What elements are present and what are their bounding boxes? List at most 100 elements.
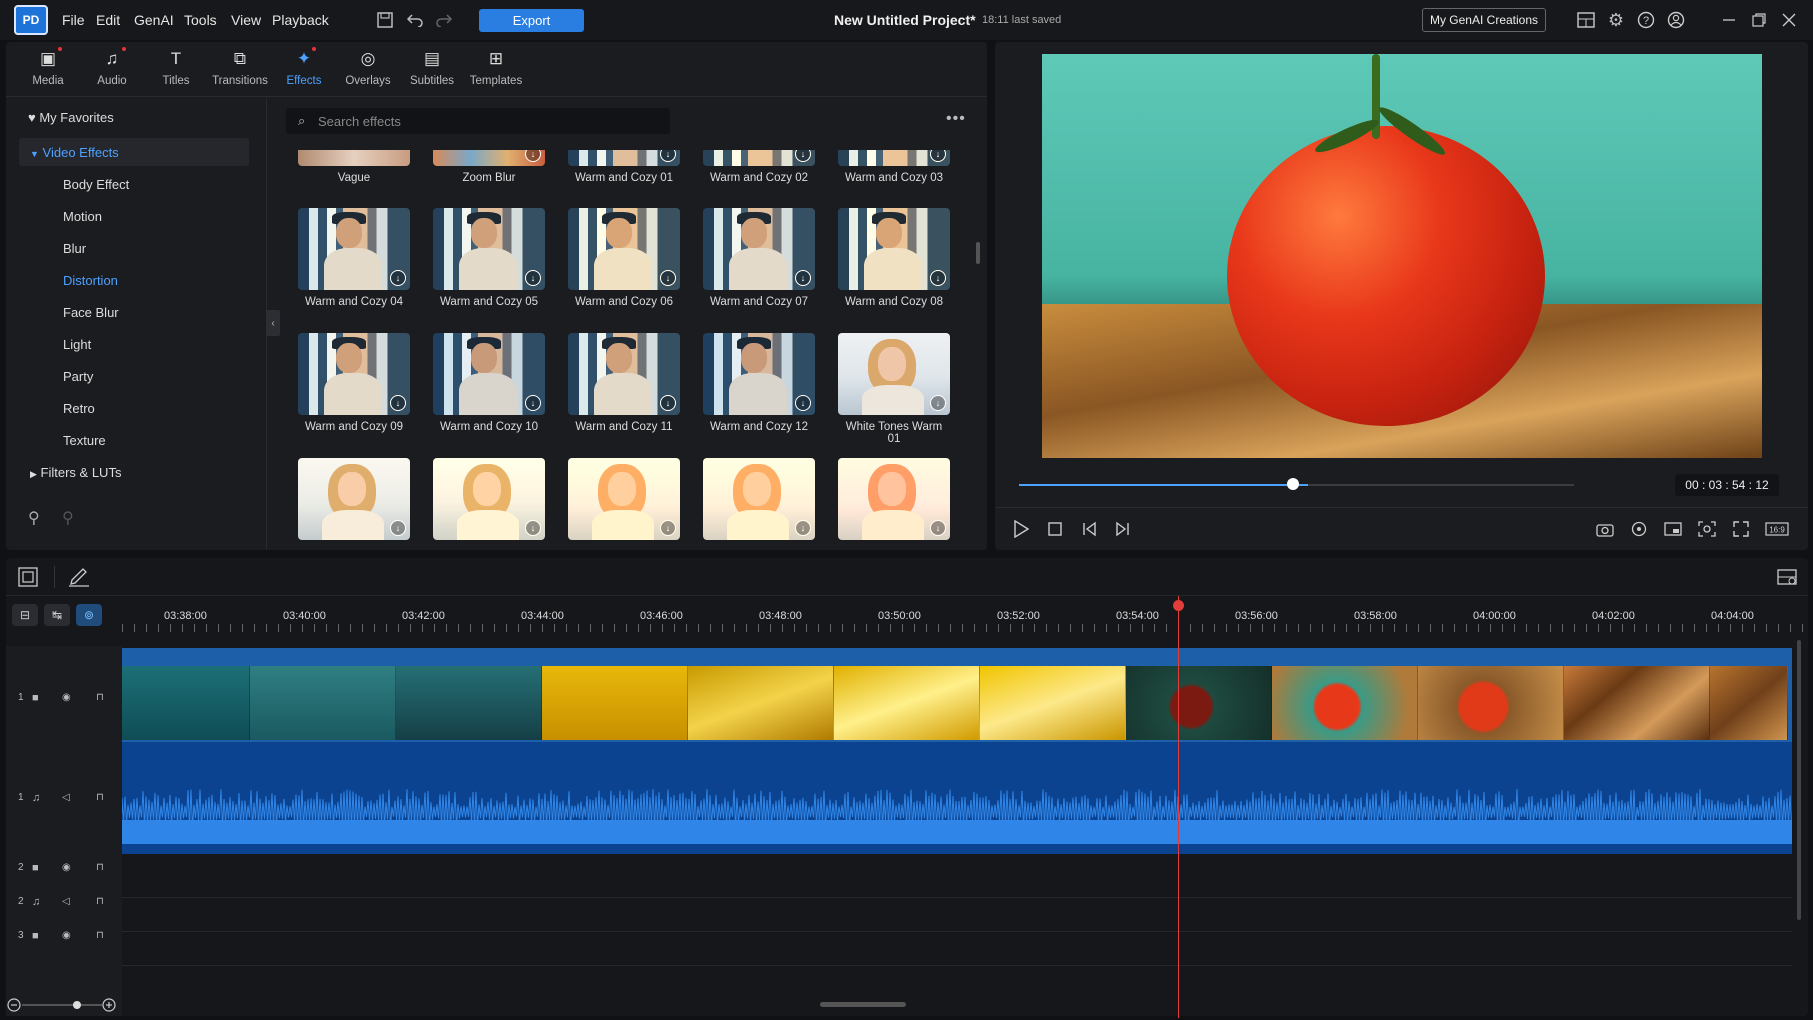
track-manager-icon[interactable]: ⊟ (12, 604, 38, 626)
effects-scrollbar[interactable] (976, 242, 980, 264)
download-icon[interactable]: ↓ (525, 270, 541, 286)
lock-icon[interactable]: ⊓ (96, 930, 104, 941)
collapse-sidebar-button[interactable]: ‹ (266, 310, 280, 336)
export-button[interactable]: Export (479, 9, 584, 32)
effect-card[interactable]: ↓ (433, 458, 545, 540)
redo-icon[interactable] (433, 10, 455, 30)
menu-tools[interactable]: Tools (184, 12, 217, 28)
audio-track-1[interactable] (122, 742, 1792, 854)
previous-frame-icon[interactable] (1078, 518, 1100, 540)
speaker-icon[interactable]: ◁ (62, 896, 70, 907)
sidebar-item-face-blur[interactable]: Face Blur (63, 305, 119, 320)
edit-pencil-icon[interactable] (68, 567, 90, 590)
menu-genai[interactable]: GenAI (134, 12, 174, 28)
menu-edit[interactable]: Edit (96, 12, 120, 28)
search-input[interactable] (318, 112, 658, 130)
effect-card[interactable]: ↓ (838, 458, 950, 540)
download-icon[interactable]: ↓ (660, 395, 676, 411)
effect-card-warm-and-cozy-11[interactable]: ↓ Warm and Cozy 11 (568, 333, 680, 433)
download-icon[interactable]: ↓ (795, 395, 811, 411)
my-genai-creations-button[interactable]: My GenAI Creations (1422, 8, 1546, 32)
preview-quality-icon[interactable] (1662, 518, 1684, 540)
download-icon[interactable]: ↓ (390, 270, 406, 286)
lock-icon[interactable]: ⊓ (96, 692, 104, 703)
save-icon[interactable] (374, 10, 396, 30)
sidebar-item-my-favorites[interactable]: ♥ My Favorites (28, 110, 114, 125)
download-icon[interactable]: ↓ (390, 520, 406, 536)
zoom-fit-icon[interactable] (1696, 518, 1718, 540)
minimize-icon[interactable] (1718, 10, 1740, 30)
sidebar-item-distortion[interactable]: Distortion (63, 273, 118, 288)
sidebar-item-motion[interactable]: Motion (63, 209, 102, 224)
download-icon[interactable]: ↓ (390, 395, 406, 411)
account-icon[interactable] (1665, 10, 1687, 30)
close-icon[interactable] (1778, 10, 1800, 30)
lock-icon[interactable]: ⊓ (96, 896, 104, 907)
timeline-horizontal-scrollbar[interactable] (820, 1002, 906, 1007)
sidebar-item-body-effect[interactable]: Body Effect (63, 177, 129, 192)
tab-subtitles[interactable]: ▤ Subtitles (400, 49, 464, 87)
download-icon[interactable]: ↓ (525, 520, 541, 536)
effect-card[interactable]: ↓ (298, 458, 410, 540)
download-icon[interactable]: ↓ (930, 395, 946, 411)
timecode-display[interactable]: 00 : 03 : 54 : 12 (1675, 474, 1779, 496)
download-icon[interactable]: ↓ (795, 270, 811, 286)
lock-icon[interactable]: ⊓ (96, 862, 104, 873)
tab-audio[interactable]: ♫ Audio (80, 49, 144, 87)
menu-file[interactable]: File (62, 12, 85, 28)
sidebar-item-filters-luts[interactable]: ▶ Filters & LUTs (30, 465, 121, 480)
lock-icon[interactable]: ⊓ (96, 792, 104, 803)
visibility-eye-icon[interactable]: ◉ (62, 930, 71, 941)
fullscreen-icon[interactable] (1730, 518, 1752, 540)
playhead-handle[interactable] (1173, 600, 1184, 611)
tab-transitions[interactable]: ⧉ Transitions (208, 49, 272, 87)
download-icon[interactable]: ↓ (930, 150, 946, 162)
download-icon[interactable]: ↓ (930, 520, 946, 536)
visibility-eye-icon[interactable]: ◉ (62, 692, 71, 703)
next-frame-icon[interactable] (1112, 518, 1134, 540)
timeline-vertical-scrollbar[interactable] (1797, 640, 1801, 920)
menu-view[interactable]: View (231, 12, 261, 28)
video-track-3[interactable] (122, 932, 1792, 966)
add-favorite-icon[interactable]: ⚲ (28, 508, 40, 528)
download-icon[interactable]: ↓ (795, 520, 811, 536)
video-clip-strip[interactable] (122, 666, 1792, 740)
timeline-ruler[interactable]: 03:38:00 03:40:00 03:42:00 03:44:00 03:46:00… (122, 600, 1808, 632)
effect-card-warm-and-cozy-07[interactable]: ↓ Warm and Cozy 07 (703, 208, 815, 308)
magnet-snap-icon[interactable]: ⊚ (76, 604, 102, 626)
effect-card-warm-and-cozy-09[interactable]: ↓ Warm and Cozy 09 (298, 333, 410, 433)
play-icon[interactable] (1010, 518, 1032, 540)
sidebar-item-texture[interactable]: Texture (63, 433, 106, 448)
sidebar-item-party[interactable]: Party (63, 369, 93, 384)
stop-icon[interactable] (1044, 518, 1066, 540)
sidebar-item-light[interactable]: Light (63, 337, 91, 352)
sidebar-item-retro[interactable]: Retro (63, 401, 95, 416)
visibility-eye-icon[interactable]: ◉ (62, 862, 71, 873)
tab-titles[interactable]: T Titles (144, 49, 208, 87)
restore-icon[interactable] (1748, 10, 1770, 30)
download-icon[interactable]: ↓ (795, 150, 811, 162)
download-icon[interactable]: ↓ (660, 150, 676, 162)
audio-track-2[interactable] (122, 898, 1792, 932)
effect-card-warm-and-cozy-12[interactable]: ↓ Warm and Cozy 12 (703, 333, 815, 433)
timeline-settings-icon[interactable] (1776, 567, 1798, 590)
effect-card-warm-and-cozy-04[interactable]: ↓ Warm and Cozy 04 (298, 208, 410, 308)
speaker-icon[interactable]: ◁ (62, 792, 70, 803)
effect-card-vague[interactable]: Vague (298, 150, 410, 184)
help-icon[interactable]: ? (1635, 10, 1657, 30)
tab-effects[interactable]: ✦ Effects (272, 49, 336, 87)
settings-gear-icon[interactable]: ⚙ (1605, 10, 1627, 30)
menu-playback[interactable]: Playback (272, 12, 329, 28)
storyboard-icon[interactable] (18, 567, 38, 590)
download-icon[interactable]: ↓ (660, 270, 676, 286)
layout-icon[interactable] (1575, 10, 1597, 30)
download-icon[interactable]: ↓ (660, 520, 676, 536)
effect-card-zoom-blur[interactable]: ↓ Zoom Blur (433, 150, 545, 184)
download-icon[interactable]: ↓ (525, 395, 541, 411)
effect-card-white-tones-warm-01[interactable]: ↓ White Tones Warm 01 (838, 333, 950, 445)
effect-card[interactable]: ↓ (568, 458, 680, 540)
remove-favorite-icon[interactable]: ⚲ (62, 508, 74, 528)
video-track-2[interactable] (122, 854, 1792, 898)
effect-card-warm-and-cozy-06[interactable]: ↓ Warm and Cozy 06 (568, 208, 680, 308)
effect-card-warm-and-cozy-03[interactable]: ↓ Warm and Cozy 03 (838, 150, 950, 184)
